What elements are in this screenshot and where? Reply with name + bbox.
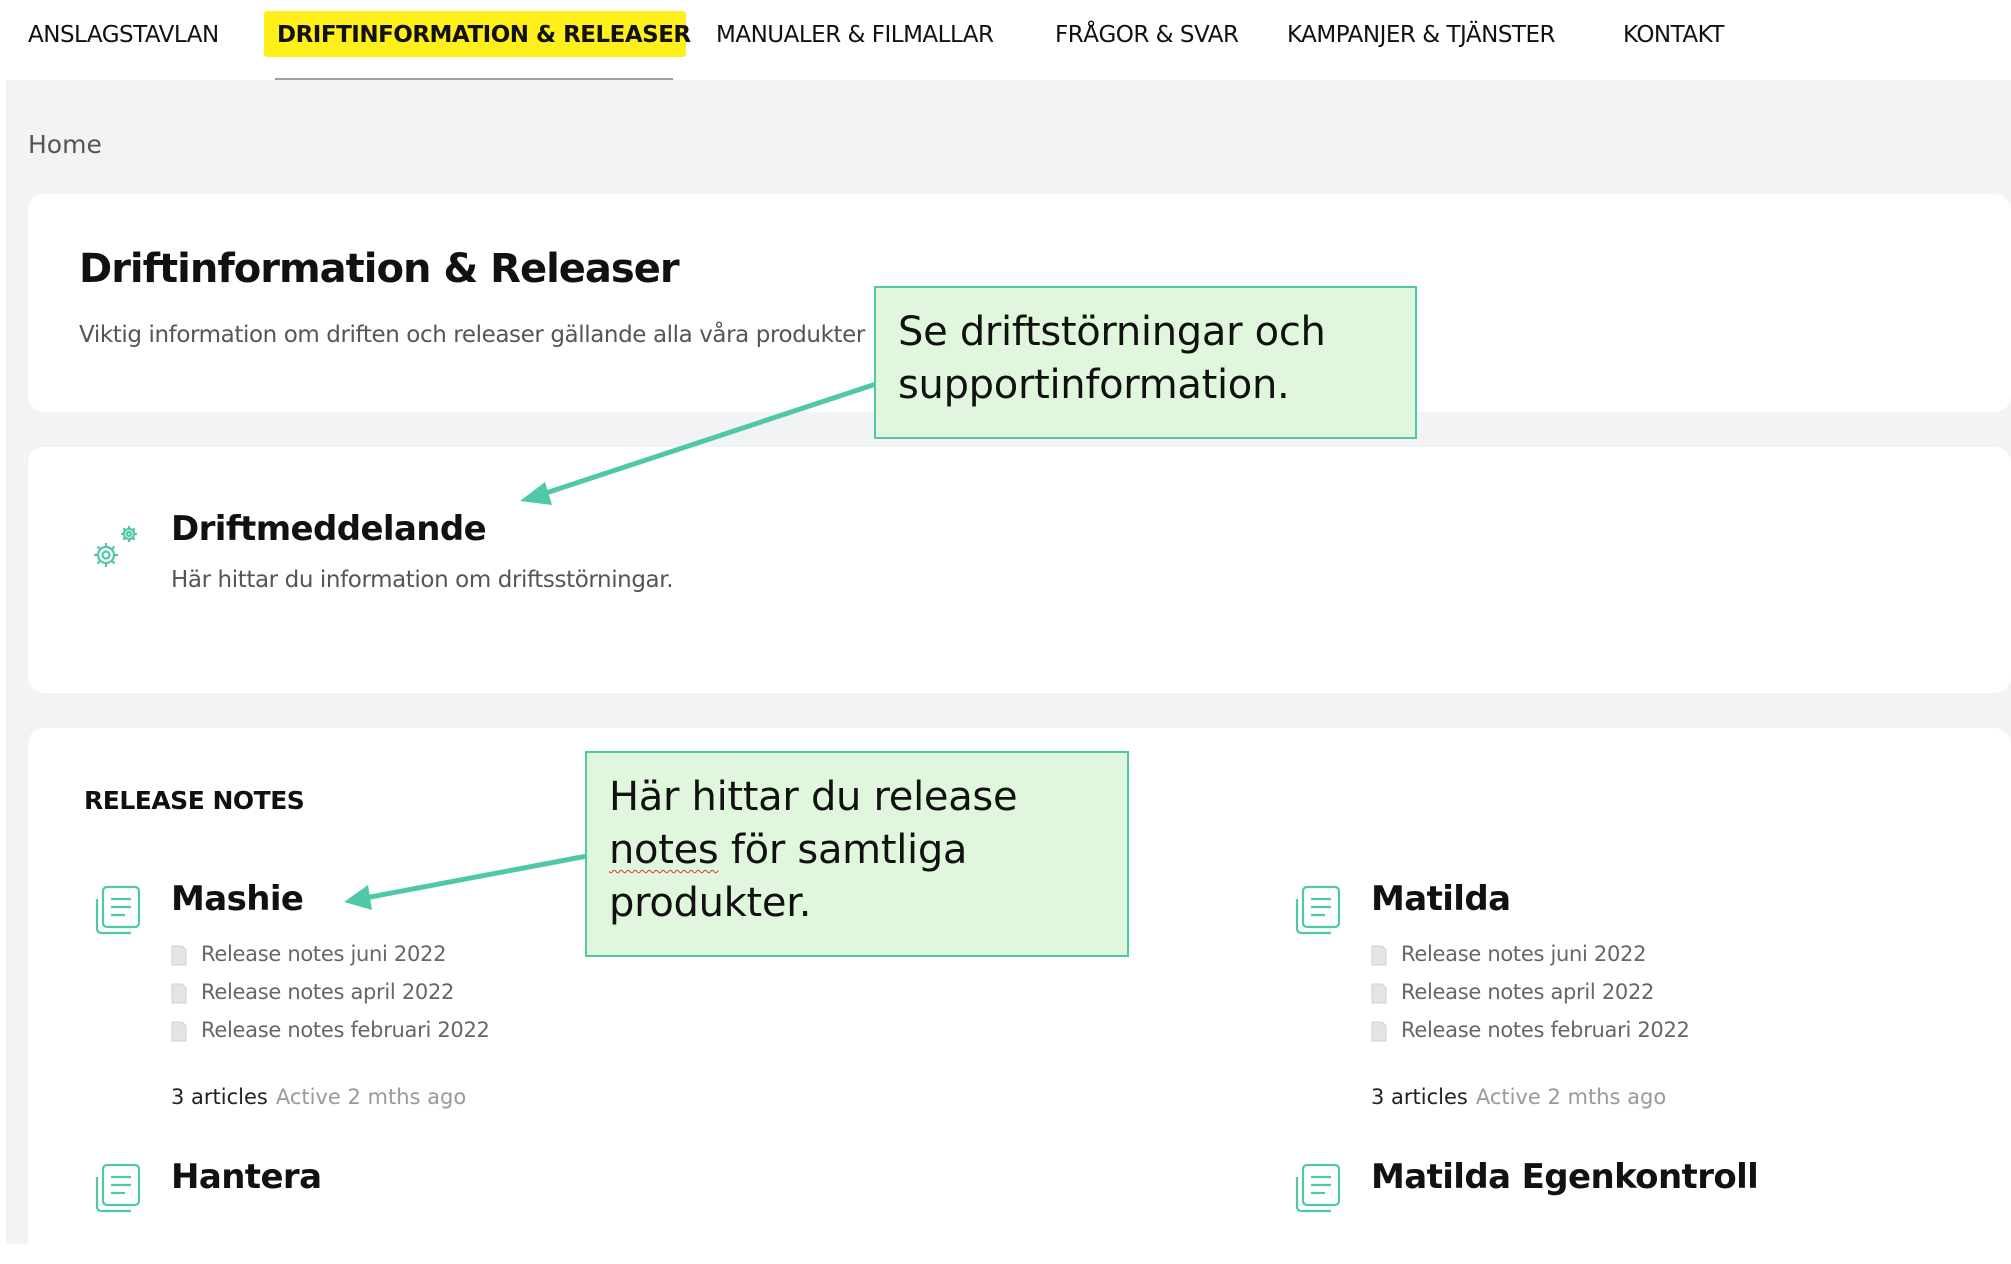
page-description: Viktig information om driften och releas… [79, 322, 865, 348]
activity-status: Active 2 mths ago [1475, 1085, 1667, 1109]
document-list-icon [1295, 1163, 1341, 1213]
driftmeddelande-title[interactable]: Driftmeddelande [171, 509, 487, 549]
article-label: Release notes april 2022 [201, 980, 455, 1004]
article-count: 3 articles [1371, 1085, 1468, 1109]
document-list-icon [95, 1163, 141, 1213]
document-icon [171, 1021, 187, 1042]
top-navigation: ANSLAGSTAVLAN DRIFTINFORMATION & RELEASE… [0, 0, 2011, 80]
document-icon [171, 983, 187, 1004]
activity-status: Active 2 mths ago [275, 1085, 467, 1109]
page-title: Driftinformation & Releaser [79, 246, 680, 292]
nav-item-manualer[interactable]: MANUALER & FILMALLAR [716, 22, 994, 48]
category-title[interactable]: Mashie [171, 879, 304, 919]
callout-line: Se driftstörningar och [898, 309, 1326, 355]
article-label: Release notes april 2022 [1401, 980, 1655, 1004]
callout-line: Här hittar du release [609, 774, 1018, 820]
category-meta: 3 articles Active 2 mths ago [1371, 1085, 1666, 1109]
callout-release-notes: Här hittar du release notes för samtliga… [585, 751, 1129, 957]
document-icon [171, 945, 187, 966]
nav-item-anslagstavlan[interactable]: ANSLAGSTAVLAN [28, 22, 219, 48]
document-list-icon [1295, 885, 1341, 935]
callout-line: notes för samtliga [609, 824, 1105, 877]
category-title[interactable]: Matilda Egenkontroll [1371, 1157, 1759, 1197]
nav-item-driftinformation[interactable]: DRIFTINFORMATION & RELEASER [277, 22, 691, 48]
breadcrumb-home[interactable]: Home [28, 130, 102, 159]
callout-line: supportinformation. [898, 362, 1290, 408]
callout-text: för samtliga [718, 827, 968, 873]
callout-driftstorningar: Se driftstörningar och supportinformatio… [874, 286, 1417, 439]
page-content: Home Driftinformation & Releaser Viktig … [6, 80, 2011, 1248]
category-meta: 3 articles Active 2 mths ago [171, 1085, 466, 1109]
document-icon [1371, 945, 1387, 966]
nav-item-kontakt[interactable]: KONTAKT [1623, 22, 1724, 48]
driftmeddelande-card[interactable]: Driftmeddelande Här hittar du informatio… [28, 447, 2011, 693]
release-notes-heading: RELEASE NOTES [84, 786, 305, 815]
document-icon [1371, 1021, 1387, 1042]
article-count: 3 articles [171, 1085, 268, 1109]
nav-item-fragor[interactable]: FRÅGOR & SVAR [1055, 22, 1239, 48]
category-title[interactable]: Matilda [1371, 879, 1511, 919]
document-list-icon [95, 885, 141, 935]
category-title[interactable]: Hantera [171, 1157, 322, 1197]
gears-icon [94, 526, 137, 567]
document-icon [1371, 983, 1387, 1004]
driftmeddelande-description: Här hittar du information om driftsstörn… [171, 567, 674, 593]
callout-line: produkter. [609, 880, 812, 926]
article-label: Release notes juni 2022 [1401, 942, 1647, 966]
callout-word-notes: notes [609, 827, 719, 873]
nav-item-kampanjer[interactable]: KAMPANJER & TJÄNSTER [1287, 22, 1555, 48]
article-label: Release notes februari 2022 [1401, 1018, 1690, 1042]
article-label: Release notes februari 2022 [201, 1018, 490, 1042]
article-label: Release notes juni 2022 [201, 942, 447, 966]
